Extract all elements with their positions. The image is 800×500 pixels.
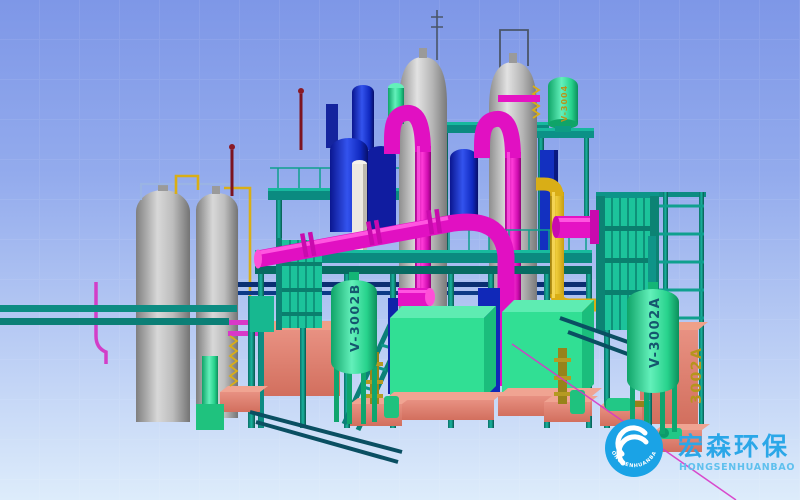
green-box-tank-1 <box>390 306 496 398</box>
vessel-v3004-label: V-3004 <box>560 85 569 122</box>
magenta-top-pipe <box>498 95 540 102</box>
green-box-tank-2 <box>502 300 594 396</box>
plant-3d-render: V-3004 <box>0 0 800 500</box>
vessel-v3004: V-3004 <box>548 77 578 132</box>
plant-scene: V-3004 <box>0 0 800 500</box>
company-name-en: HONGSENHUANBAO <box>679 462 795 473</box>
magenta-deck-stub <box>398 288 435 306</box>
storage-tanks-left <box>136 183 238 422</box>
vessel-v3002b-label: V-3002B <box>347 283 362 352</box>
vessel-v3002a-label: V-3002A <box>648 297 663 368</box>
company-name-cn: 宏森环保 <box>678 432 790 461</box>
tag-3002a-label: 3002A <box>689 347 705 404</box>
